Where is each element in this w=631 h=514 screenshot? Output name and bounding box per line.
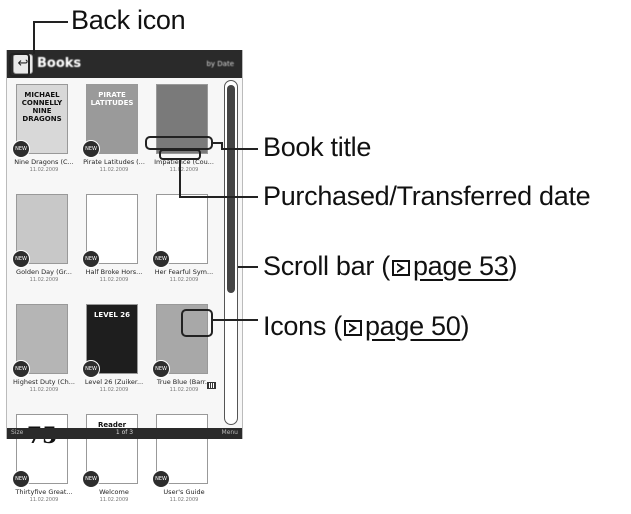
- new-badge-icon: NEW: [12, 470, 30, 488]
- icons-highlight: [181, 309, 213, 337]
- new-badge-icon: NEW: [82, 470, 100, 488]
- book-date: 11.02.2009: [99, 497, 129, 503]
- back-icon-leader: [33, 21, 68, 54]
- date-leader: [179, 159, 258, 198]
- new-badge-icon: NEW: [152, 470, 170, 488]
- book-date: 11.02.2009: [29, 497, 59, 503]
- book-title-highlight: [145, 136, 213, 150]
- book-title: User's Guide: [163, 488, 205, 496]
- date-highlight: [159, 149, 201, 160]
- book-date: 11.02.2009: [169, 497, 199, 503]
- book-title-leader: [212, 142, 258, 150]
- book-title: Welcome: [99, 488, 129, 496]
- back-icon-highlight: [9, 53, 30, 77]
- book-title: Thirtyfive Great...: [15, 488, 73, 496]
- callout-lines: [9, 21, 258, 337]
